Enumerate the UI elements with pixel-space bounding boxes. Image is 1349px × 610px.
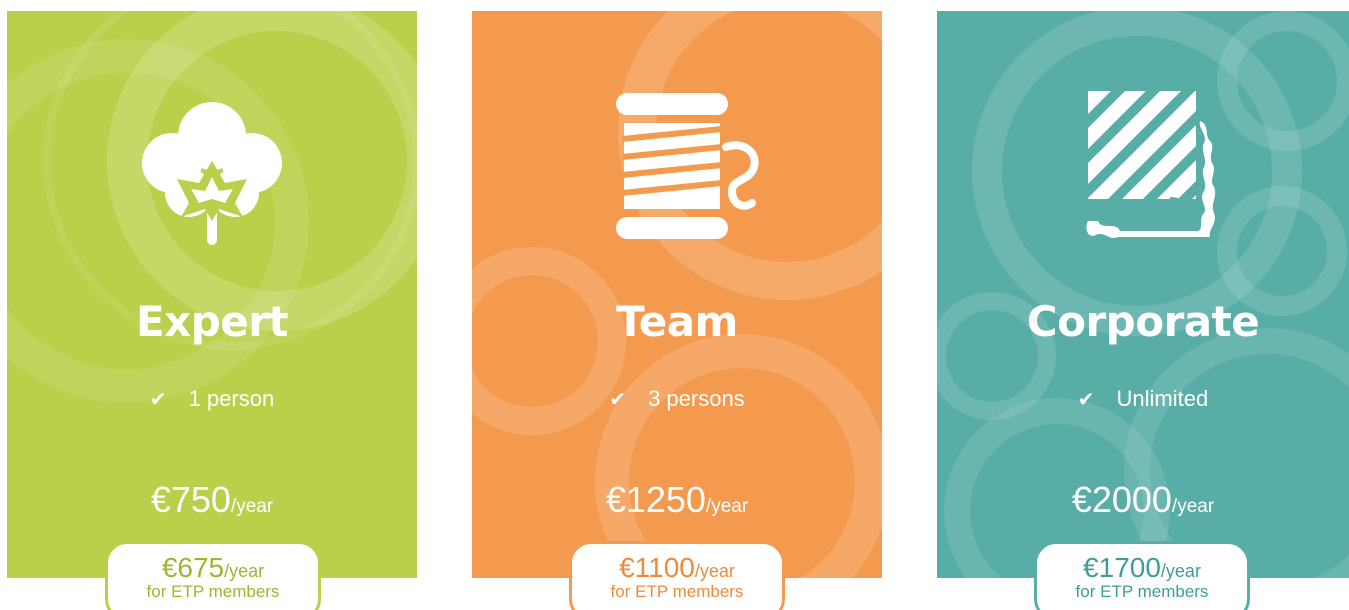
member-price-box-team[interactable]: €1100/year for ETP members: [569, 541, 785, 610]
plan-feature: ✔ 1 person: [7, 386, 417, 412]
price-amount: €1250: [605, 479, 706, 520]
price-unit: /year: [705, 496, 749, 517]
plan-feature: ✔ Unlimited: [937, 386, 1349, 412]
plan-name: Expert: [135, 297, 289, 346]
cotton-icon: [127, 81, 297, 251]
check-icon: ✔: [149, 387, 167, 411]
plan-card-expert[interactable]: Expert ✔ 1 person €750/year: [7, 11, 417, 578]
member-price: €675/year: [108, 552, 318, 584]
plan-feature: ✔ 3 persons: [472, 386, 882, 412]
member-price-box-expert[interactable]: €675/year for ETP members: [105, 541, 321, 610]
plan-name: Team: [616, 297, 738, 346]
plan-name: Corporate: [1026, 297, 1260, 346]
price-unit: /year: [230, 496, 274, 517]
plan-card-corporate[interactable]: Corporate ✔ Unlimited €2000/year: [937, 11, 1349, 578]
plan-feature-label: 1 person: [188, 386, 275, 411]
member-price: €1100/year: [572, 552, 782, 584]
member-note: for ETP members: [1075, 582, 1209, 601]
price-unit: /year: [1171, 496, 1215, 517]
member-note: for ETP members: [610, 582, 744, 601]
plan-feature-label: Unlimited: [1116, 386, 1209, 411]
check-icon: ✔: [609, 387, 627, 411]
price-amount: €2000: [1071, 479, 1172, 520]
member-price-amount: €1700: [1083, 552, 1161, 583]
fabric-swatch-icon: [1058, 81, 1228, 251]
member-price-amount: €675: [161, 552, 225, 583]
member-price-amount: €1100: [619, 552, 695, 583]
plan-price: €2000/year: [937, 479, 1349, 521]
member-price-unit: /year: [694, 561, 735, 581]
plan-price: €750/year: [7, 479, 417, 521]
member-price: €1700/year: [1037, 552, 1247, 584]
plan-price: €1250/year: [472, 479, 882, 521]
price-amount: €750: [150, 479, 231, 520]
pricing-section: Expert ✔ 1 person €750/year Team ✔ 3 per…: [0, 0, 1349, 610]
check-icon: ✔: [1077, 387, 1095, 411]
member-price-box-corporate[interactable]: €1700/year for ETP members: [1034, 541, 1250, 610]
plan-card-team[interactable]: Team ✔ 3 persons €1250/year: [472, 11, 882, 578]
plan-feature-label: 3 persons: [648, 386, 745, 411]
thread-spool-icon: [592, 81, 762, 251]
member-price-unit: /year: [224, 561, 265, 581]
member-price-unit: /year: [1160, 561, 1201, 581]
member-note: for ETP members: [146, 582, 280, 601]
